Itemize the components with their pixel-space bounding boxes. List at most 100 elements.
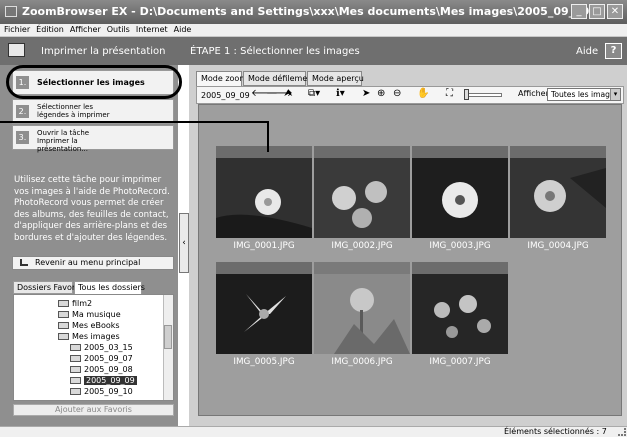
step-3-button[interactable]: 3. Ouvrir la tâche Imprimer la présentat… <box>12 125 174 153</box>
add-to-favorites-button[interactable]: Ajouter aux Favoris <box>13 404 174 416</box>
menu-internet[interactable]: Internet <box>133 24 171 36</box>
thumbnail-image[interactable] <box>412 158 508 238</box>
folder-icon <box>58 300 69 307</box>
tree-scrollbar[interactable] <box>163 295 173 400</box>
minimize-button[interactable]: _ <box>571 4 587 19</box>
tree-item-2005-09-09[interactable]: 2005_09_09 <box>70 375 137 386</box>
step-number: 2. <box>16 105 29 118</box>
thumbnail-header <box>216 146 312 158</box>
return-arrow-icon <box>20 259 28 266</box>
thumbnail-filename: IMG_0001.JPG <box>233 241 295 251</box>
thumbnail-header <box>314 262 410 274</box>
callout-line <box>267 121 269 152</box>
thumbnail-image[interactable] <box>412 274 508 354</box>
tree-item-film2[interactable]: film2 <box>58 298 92 309</box>
menu-aide[interactable]: Aide <box>171 24 195 36</box>
thumbnail-item[interactable]: IMG_0005.JPG <box>216 262 312 369</box>
thumbnail-image[interactable] <box>216 158 312 238</box>
status-text: Éléments sélectionnés : 7 <box>504 427 607 436</box>
tab-preview-mode[interactable]: Mode aperçu <box>307 71 364 86</box>
thumbnail-header <box>510 146 606 158</box>
help-label: Aide <box>576 46 599 57</box>
thumbnail-image[interactable] <box>314 274 410 354</box>
zoom-slider-handle[interactable] <box>464 89 469 100</box>
menu-afficher[interactable]: Afficher <box>67 24 104 36</box>
thumbnail-header <box>216 262 312 274</box>
step-title: ÉTAPE 1 : Sélectionner les images <box>190 46 360 57</box>
thumbnail-image[interactable] <box>510 158 606 238</box>
zoom-slider-track[interactable] <box>468 93 502 97</box>
step-number: 3. <box>16 131 29 144</box>
back-button-label: Revenir au menu principal <box>35 258 141 267</box>
show-filter-select[interactable]: Toutes les images ▾ <box>547 88 621 101</box>
close-button[interactable]: ✕ <box>607 4 623 19</box>
back-to-main-menu-button[interactable]: Revenir au menu principal <box>12 256 174 270</box>
tree-item-2005-09-10[interactable]: 2005_09_10 <box>70 386 133 397</box>
up-folder-icon[interactable]: ⮝ <box>284 88 293 100</box>
folder-icon <box>70 355 81 362</box>
folder-icon <box>70 344 81 351</box>
pointer-icon[interactable]: ➤ <box>362 88 370 100</box>
folder-tree[interactable]: film2 Ma musique Mes eBooks Mes images 2… <box>13 294 174 401</box>
show-label: Afficher <box>518 89 549 98</box>
task-title: Imprimer la présentation <box>41 46 166 57</box>
folder-icon <box>58 311 69 318</box>
tree-item-2005-03-15[interactable]: 2005_03_15 <box>70 342 133 353</box>
callout-highlight <box>6 65 182 99</box>
step-label: Sélectionner les légendes à imprimer <box>37 103 110 119</box>
menu-bar: Fichier Édition Afficher Outils Internet Aide <box>0 24 627 37</box>
resize-grip-icon[interactable] <box>618 428 626 436</box>
thumbnail-filename: IMG_0006.JPG <box>331 357 393 367</box>
thumbnail-image[interactable] <box>216 274 312 354</box>
current-folder-label: 2005_09_09 <box>201 91 250 100</box>
folder-icon <box>70 377 81 384</box>
thumbnail-item[interactable]: IMG_0003.JPG <box>412 146 508 253</box>
tree-item-ma-musique[interactable]: Ma musique <box>58 309 121 320</box>
tab-favorites[interactable]: Dossiers Favoris <box>13 281 82 294</box>
thumbnail-item[interactable]: IMG_0002.JPG <box>314 146 410 253</box>
folder-icon <box>70 388 81 395</box>
zoom-in-icon[interactable]: ⊕ <box>377 88 385 100</box>
collapse-pane-button[interactable]: ‹ <box>179 213 189 273</box>
tree-item-2005-09-08[interactable]: 2005_09_08 <box>70 364 133 375</box>
help-button[interactable]: ? <box>605 43 622 59</box>
menu-fichier[interactable]: Fichier <box>0 24 33 36</box>
tree-item-2005-09-07[interactable]: 2005_09_07 <box>70 353 133 364</box>
selection-menu-icon[interactable]: ⧉▾ <box>308 88 320 100</box>
maximize-button[interactable]: □ <box>589 4 605 19</box>
menu-edition[interactable]: Édition <box>33 24 67 36</box>
thumbnail-item[interactable]: IMG_0007.JPG <box>412 262 508 369</box>
title-bar: ZoomBrowser EX - D:\Documents and Settin… <box>0 0 627 24</box>
scrollbar-thumb[interactable] <box>164 325 172 349</box>
thumbnail-filename: IMG_0004.JPG <box>527 241 589 251</box>
zoom-out-icon[interactable]: ⊖ <box>393 88 401 100</box>
thumbnail-filename: IMG_0003.JPG <box>429 241 491 251</box>
task-description: Utilisez cette tâche pour imprimer vos i… <box>14 175 170 243</box>
show-filter-value: Toutes les images <box>551 90 619 99</box>
tab-scroll-mode[interactable]: Mode défilement <box>243 71 315 86</box>
task-header: Imprimer la présentation <box>0 37 178 65</box>
app-icon <box>5 6 17 17</box>
tree-item-mes-ebooks[interactable]: Mes eBooks <box>58 320 120 331</box>
thumbnail-filename: IMG_0002.JPG <box>331 241 393 251</box>
thumbnail-filename: IMG_0005.JPG <box>233 357 295 367</box>
thumbnail-item[interactable]: IMG_0001.JPG <box>216 146 312 253</box>
thumbnail-item[interactable]: IMG_0004.JPG <box>510 146 606 253</box>
tab-all-folders[interactable]: Tous les dossiers <box>74 281 145 294</box>
tree-item-mes-images[interactable]: Mes images <box>58 331 120 342</box>
menu-outils[interactable]: Outils <box>104 24 133 36</box>
hand-icon[interactable]: ✋ <box>417 88 429 100</box>
thumbnail-item[interactable]: IMG_0006.JPG <box>314 262 410 369</box>
tab-zoom-mode[interactable]: Mode zoom <box>196 71 247 87</box>
folder-icon <box>70 366 81 373</box>
thumbnail-filename: IMG_0007.JPG <box>429 357 491 367</box>
step-label: Ouvrir la tâche Imprimer la présentation… <box>37 129 90 153</box>
info-menu-icon[interactable]: ℹ▾ <box>336 88 345 100</box>
thumbnail-header <box>412 262 508 274</box>
printer-icon <box>8 43 25 57</box>
fit-window-icon[interactable]: ⛶ <box>446 88 453 100</box>
thumbnail-header <box>314 146 410 158</box>
folder-icon <box>58 333 69 340</box>
thumbnail-image[interactable] <box>314 158 410 238</box>
callout-line <box>0 121 269 123</box>
